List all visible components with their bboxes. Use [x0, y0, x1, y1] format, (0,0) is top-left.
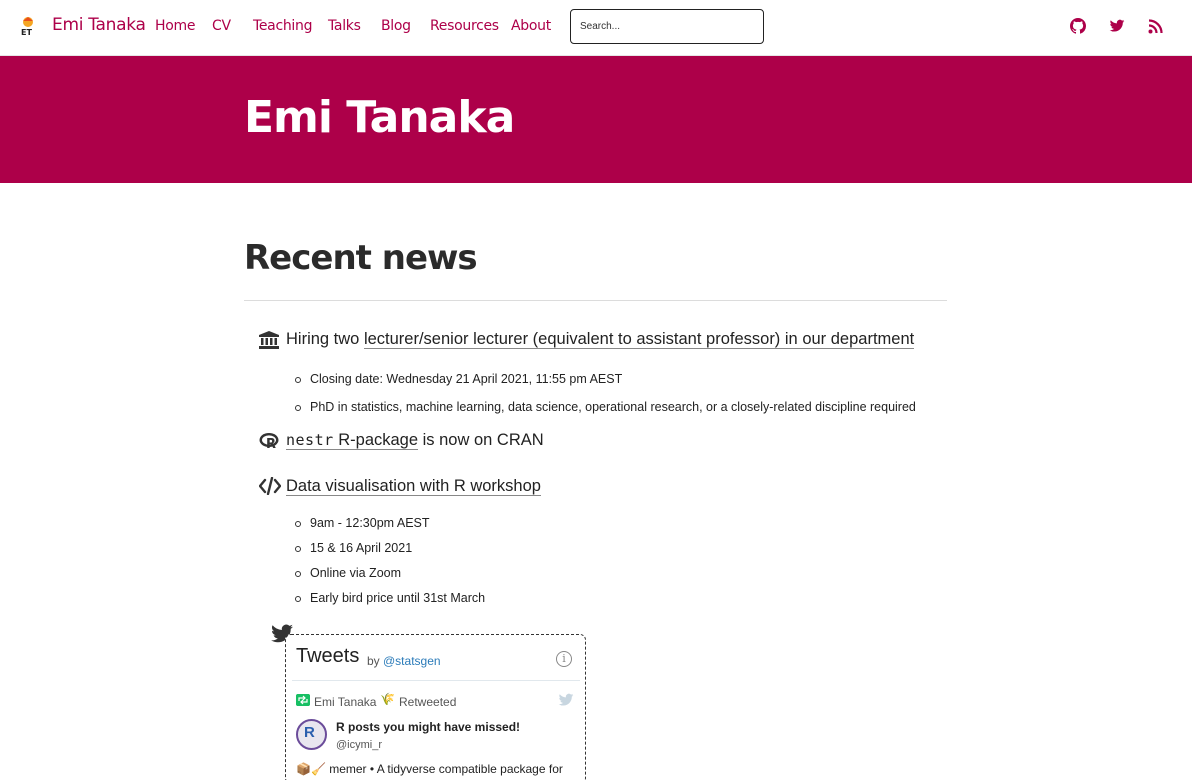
svg-text:R: R [266, 437, 276, 450]
nav-talks[interactable]: Talks [328, 18, 361, 34]
nav-home[interactable]: Home [155, 18, 195, 34]
workshop-link[interactable]: Data visualisation with R workshop [286, 477, 541, 496]
twitter-icon[interactable] [1109, 18, 1125, 34]
nav-teaching[interactable]: Teaching [253, 18, 312, 34]
news-item-hiring: Hiring two lecturer/senior lecturer (equ… [286, 330, 915, 349]
news-hiring-prefix: Hiring two [286, 330, 364, 348]
timeline-header: Tweets [296, 645, 360, 667]
tweet-text: 📦🧹 memer • A tidyverse compatible packag… [296, 762, 563, 776]
code-icon [259, 477, 281, 495]
nav-cv[interactable]: CV [212, 18, 231, 34]
top-navbar: ET Emi Tanaka Home CV Teaching Talks Blo… [0, 0, 1192, 56]
tweet-author-handle[interactable]: @icymi_r [336, 739, 382, 751]
list-item: PhD in statistics, machine learning, dat… [295, 400, 916, 414]
nestr-link-suffix: R-package [333, 431, 419, 449]
list-item: Online via Zoom [294, 566, 402, 580]
news-item-nestr: nestr R-package is now on CRAN [286, 431, 544, 450]
nav-blog[interactable]: Blog [381, 18, 411, 34]
list-item: 15 & 16 April 2021 [294, 541, 413, 555]
timeline-handle-link[interactable]: @statsgen [383, 654, 441, 668]
retweet-icon [296, 694, 310, 706]
search-input[interactable] [570, 9, 764, 44]
page-title: Emi Tanaka [244, 92, 515, 143]
timeline-by: by [367, 654, 380, 668]
divider [244, 300, 947, 301]
hero-banner: Emi Tanaka [0, 56, 1192, 183]
info-icon[interactable]: i [556, 651, 572, 667]
nestr-link[interactable]: nestr R-package [286, 431, 419, 450]
hiring-link[interactable]: lecturer/senior lecturer (equivalent to … [363, 330, 915, 349]
nestr-code: nestr [286, 431, 334, 449]
list-item: Closing date: Wednesday 21 April 2021, 1… [294, 372, 623, 386]
twitter-timeline-widget[interactable]: Tweets by @statsgen i Emi Tanaka 🌾 Retwe… [285, 634, 586, 780]
news-item-workshop: Data visualisation with R workshop [286, 477, 541, 496]
retweeter-link[interactable]: Emi Tanaka [314, 695, 376, 709]
brand-link[interactable]: Emi Tanaka [52, 15, 146, 35]
retweeter-emoji: 🌾 [380, 692, 395, 706]
r-project-icon: R [259, 433, 279, 450]
avatar[interactable] [296, 719, 327, 750]
university-icon [259, 331, 279, 349]
section-title: Recent news [244, 238, 478, 278]
nav-about[interactable]: About [511, 18, 551, 34]
logo-icon[interactable]: ET [18, 16, 38, 36]
list-item: Early bird price until 31st March [294, 591, 486, 605]
tweet-author-name[interactable]: R posts you might have missed! [336, 720, 520, 734]
svg-text:ET: ET [21, 28, 32, 36]
nav-resources[interactable]: Resources [430, 18, 499, 34]
twitter-icon[interactable] [558, 693, 574, 707]
divider [292, 680, 580, 681]
list-item: 9am - 12:30pm AEST [295, 516, 430, 530]
github-icon[interactable] [1070, 18, 1086, 34]
retweet-label: Retweeted [399, 695, 457, 709]
nestr-suffix: is now on CRAN [418, 431, 544, 449]
rss-icon[interactable] [1148, 18, 1164, 34]
